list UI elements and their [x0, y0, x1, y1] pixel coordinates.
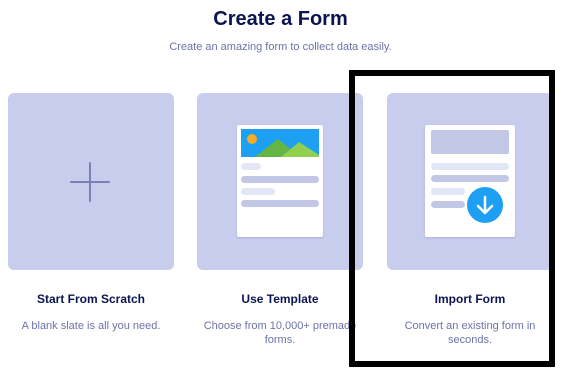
- start-from-scratch-option[interactable]: Start From Scratch A blank slate is all …: [8, 93, 174, 363]
- download-arrow-icon: [467, 187, 503, 223]
- plus-icon: [70, 162, 110, 202]
- create-form-page: Create a Form Create an amazing form to …: [0, 0, 561, 373]
- import-document-icon: [425, 125, 515, 237]
- start-from-scratch-description: A blank slate is all you need.: [21, 320, 161, 332]
- doc-line: [431, 201, 465, 208]
- import-form-description: Convert an existing form in seconds.: [404, 320, 536, 346]
- use-template-thumbnail[interactable]: [197, 93, 363, 270]
- import-form-thumbnail[interactable]: [387, 93, 553, 270]
- import-form-label: Import Form: [434, 292, 506, 306]
- page-title: Create a Form: [213, 8, 348, 30]
- doc-header-block: [431, 130, 509, 154]
- doc-line: [431, 188, 465, 195]
- use-template-option[interactable]: Use Template Choose from 10,000+ premade…: [197, 93, 363, 363]
- template-document-icon: [237, 125, 323, 237]
- doc-line: [241, 163, 261, 170]
- import-form-option[interactable]: Import Form Convert an existing form in …: [387, 93, 553, 363]
- start-from-scratch-label: Start From Scratch: [36, 292, 146, 306]
- doc-line: [241, 200, 319, 207]
- doc-line: [241, 188, 275, 195]
- start-from-scratch-thumbnail[interactable]: [8, 93, 174, 270]
- doc-line: [431, 175, 509, 182]
- use-template-description: Choose from 10,000+ premade forms.: [203, 320, 357, 346]
- doc-line: [241, 176, 319, 183]
- doc-line: [431, 163, 509, 170]
- page-subtitle: Create an amazing form to collect data e…: [169, 41, 392, 53]
- use-template-label: Use Template: [241, 292, 319, 306]
- landscape-image-icon: [241, 129, 319, 157]
